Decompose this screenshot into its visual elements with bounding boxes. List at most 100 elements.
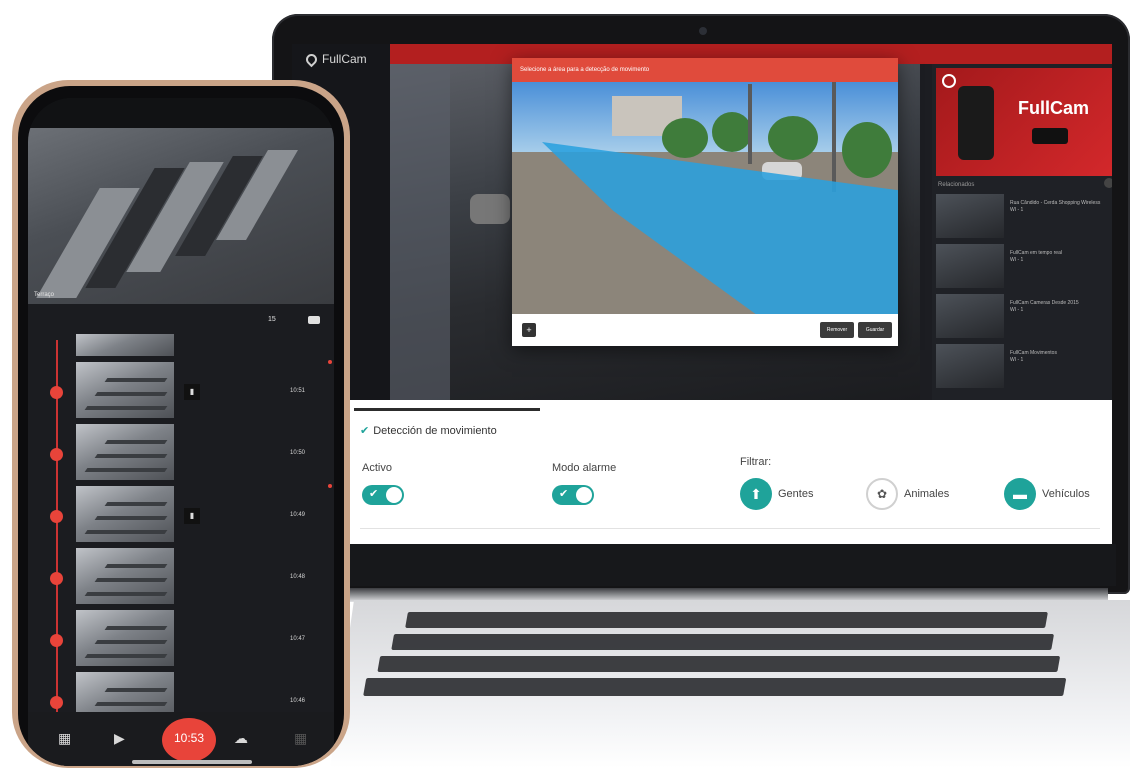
filter-label: Filtrar: xyxy=(740,456,772,468)
alarm-mode-label: Modo alarme xyxy=(552,462,617,474)
utility-pole xyxy=(832,82,836,192)
car-icon: ▬ xyxy=(1013,486,1027,502)
related-thumbnail xyxy=(936,344,1004,388)
related-item-title: FullCam Movimentos xyxy=(1010,350,1057,356)
phone-body: Terraço 15 ▮ 10:51 10:50 ▮ 10:49 10:48 1… xyxy=(18,86,344,766)
location-pin-icon xyxy=(303,51,320,67)
tree xyxy=(712,112,752,152)
play-icon[interactable]: ▶ xyxy=(114,730,125,747)
add-point-button[interactable]: + xyxy=(522,323,536,337)
calendar-icon[interactable]: ▦ xyxy=(58,730,71,747)
key-row xyxy=(377,656,1061,672)
timeline-time: 10:47 xyxy=(290,636,306,642)
timeline-time: 10:50 xyxy=(290,450,306,456)
check-icon: ✔ xyxy=(559,488,569,500)
filter-vehicles-label: Vehículos xyxy=(1042,488,1090,500)
timeline-dot[interactable] xyxy=(50,634,63,647)
filter-people-button[interactable]: ⬆ xyxy=(740,478,772,510)
filter-animals-button[interactable]: ✿ xyxy=(866,478,898,510)
related-item[interactable]: FullCam Cameras Desde 2015 WI - 1 xyxy=(936,294,1112,340)
related-thumbnail xyxy=(936,244,1004,288)
timeline-time: 10:48 xyxy=(290,574,306,580)
related-item-title: Rua Cândido - Cerda Shopping Wireless xyxy=(1010,200,1101,206)
tree xyxy=(842,122,892,178)
related-item-meta: WI - 1 xyxy=(1010,307,1024,313)
tree xyxy=(768,116,818,160)
filter-vehicles-button[interactable]: ▬ xyxy=(1004,478,1036,510)
dialog-footer: + Remover Guardar xyxy=(512,314,898,346)
related-item[interactable]: Rua Cândido - Cerda Shopping Wireless WI … xyxy=(936,194,1112,240)
timeline-time: 10:49 xyxy=(290,512,306,518)
street-camera-image[interactable] xyxy=(512,82,898,314)
toggle-knob xyxy=(576,487,592,503)
divider xyxy=(360,528,1100,529)
ad-card[interactable]: FullCam xyxy=(936,68,1112,176)
related-item[interactable]: FullCam em tempo real WI - 1 xyxy=(936,244,1112,290)
alarm-mode-toggle[interactable]: ✔ xyxy=(552,485,594,505)
related-item[interactable]: FullCam Movimentos WI - 1 xyxy=(936,344,1112,390)
remove-button[interactable]: Remover xyxy=(820,322,854,338)
building-shape xyxy=(390,64,450,400)
timeline-dot[interactable] xyxy=(50,572,63,585)
home-indicator xyxy=(132,760,252,764)
close-icon[interactable] xyxy=(1104,178,1112,188)
timeline-thumbnail[interactable] xyxy=(76,610,174,666)
check-icon: ✔ xyxy=(369,488,379,500)
ad-brand: FullCam xyxy=(1018,98,1090,118)
settings-heading-label: Detección de movimiento xyxy=(373,424,497,437)
phone-toolbar: 15 xyxy=(28,304,334,334)
app-logo[interactable]: FullCam xyxy=(303,51,367,67)
person-icon: ⬆ xyxy=(750,486,762,502)
timeline-thumbnail[interactable] xyxy=(76,334,174,356)
key-row xyxy=(363,678,1067,696)
related-item-title: FullCam Cameras Desde 2015 xyxy=(1010,300,1079,306)
timeline-dot[interactable] xyxy=(50,696,63,709)
active-toggle[interactable]: ✔ xyxy=(362,485,404,505)
laptop-camera xyxy=(699,27,707,35)
related-item-title: FullCam em tempo real xyxy=(1010,250,1062,256)
filter-animals-label: Animales xyxy=(904,488,950,500)
grid-icon[interactable]: ▦ xyxy=(294,730,307,747)
laptop-bezel xyxy=(290,544,1116,586)
active-label: Activo xyxy=(362,462,392,474)
phone-screen: Terraço 15 ▮ 10:51 10:50 ▮ 10:49 10:48 1… xyxy=(28,98,334,766)
settings-heading[interactable]: ✔ Detección de movimiento xyxy=(360,424,497,438)
record-icon xyxy=(942,74,956,88)
related-panel: FullCam Relacionados Rua Cândido - Cerda… xyxy=(932,64,1112,400)
paw-icon: ✿ xyxy=(876,487,888,501)
related-thumbnail xyxy=(936,294,1004,338)
related-item-meta: WI - 1 xyxy=(1010,207,1024,213)
live-camera-view[interactable]: Terraço xyxy=(28,128,334,304)
timeline-time: 10:51 xyxy=(290,388,306,394)
timeline-dot[interactable] xyxy=(50,448,63,461)
motion-settings-panel: ✔ Detección de movimiento Activo ✔ Modo … xyxy=(340,400,1112,544)
related-item-meta: WI - 1 xyxy=(1010,257,1024,263)
save-button[interactable]: Guardar xyxy=(858,322,892,338)
motion-area-dialog: Selecione a área para a detecção de movi… xyxy=(512,58,898,346)
laptop-hinge xyxy=(348,588,1108,602)
timeline-time: 10:46 xyxy=(290,698,306,704)
event-marker xyxy=(328,484,332,488)
timeline-dot[interactable] xyxy=(50,510,63,523)
toggle-knob xyxy=(386,487,402,503)
timeline-thumbnail[interactable] xyxy=(76,486,174,542)
laptop-screen: FullCam FullCam Relacionados Rua Cândido… xyxy=(292,44,1112,544)
cloud-download-icon[interactable]: ☁ xyxy=(234,730,248,747)
key-row xyxy=(405,612,1048,628)
motion-tag: ▮ xyxy=(184,384,200,400)
ad-phone-image xyxy=(958,86,994,160)
current-time-button[interactable]: 10:53 xyxy=(162,718,216,762)
app-name: FullCam xyxy=(322,52,367,66)
filter-people-label: Gentes xyxy=(778,488,814,500)
related-thumbnail xyxy=(936,194,1004,238)
key-row xyxy=(391,634,1055,650)
timeline-thumbnail[interactable] xyxy=(76,362,174,418)
keyboard xyxy=(352,612,1098,702)
phone-bottom-bar: ▦ ▶ 10:53 ☁ ▦ xyxy=(28,712,334,766)
related-item-meta: WI - 1 xyxy=(1010,357,1024,363)
chat-icon[interactable] xyxy=(308,316,320,324)
store-badge[interactable] xyxy=(1032,128,1068,144)
timeline-dot[interactable] xyxy=(50,386,63,399)
timeline-thumbnail[interactable] xyxy=(76,548,174,604)
timeline-thumbnail[interactable] xyxy=(76,424,174,480)
